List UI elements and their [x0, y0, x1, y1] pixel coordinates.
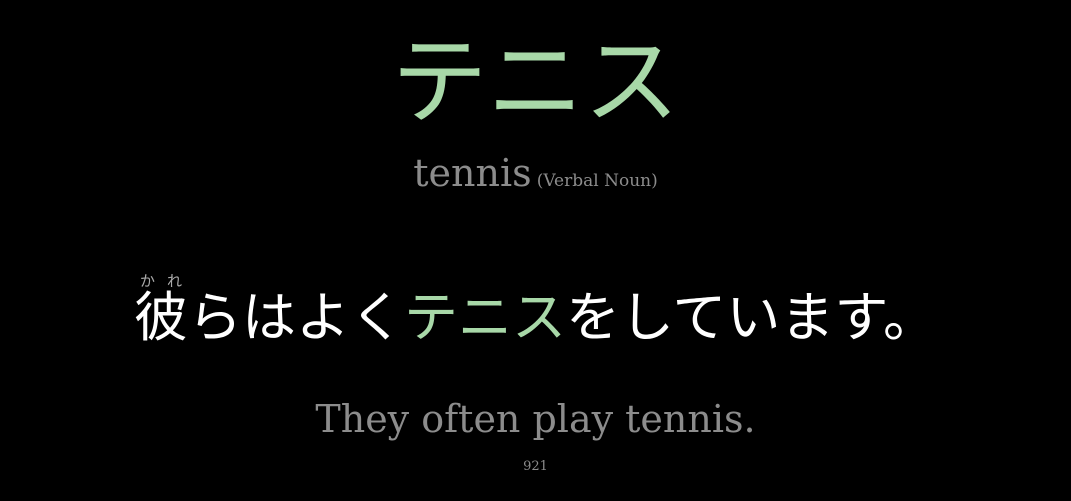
card-index: 921	[523, 459, 548, 474]
part-of-speech: (Verbal Noun)	[536, 171, 658, 191]
meaning-row: tennis (Verbal Noun)	[0, 148, 1071, 206]
vocab-word: テニス	[391, 26, 680, 138]
sentence-before: らはよく	[188, 286, 404, 349]
flashcard: テニス tennis (Verbal Noun) 彼かれらはよくテニスをしていま…	[0, 0, 1071, 501]
furigana-ruby: 彼かれ	[134, 273, 188, 349]
sentence-highlight: テニス	[404, 286, 566, 349]
sentence-first-kanji: 彼	[134, 286, 188, 349]
vocab-meaning: tennis	[413, 151, 532, 195]
sentence-after: をしています。	[566, 286, 937, 349]
sentence-translation: They often play tennis.	[315, 397, 756, 441]
example-sentence: 彼かれらはよくテニスをしています。	[0, 268, 1071, 368]
furigana-reading: かれ	[134, 272, 188, 290]
